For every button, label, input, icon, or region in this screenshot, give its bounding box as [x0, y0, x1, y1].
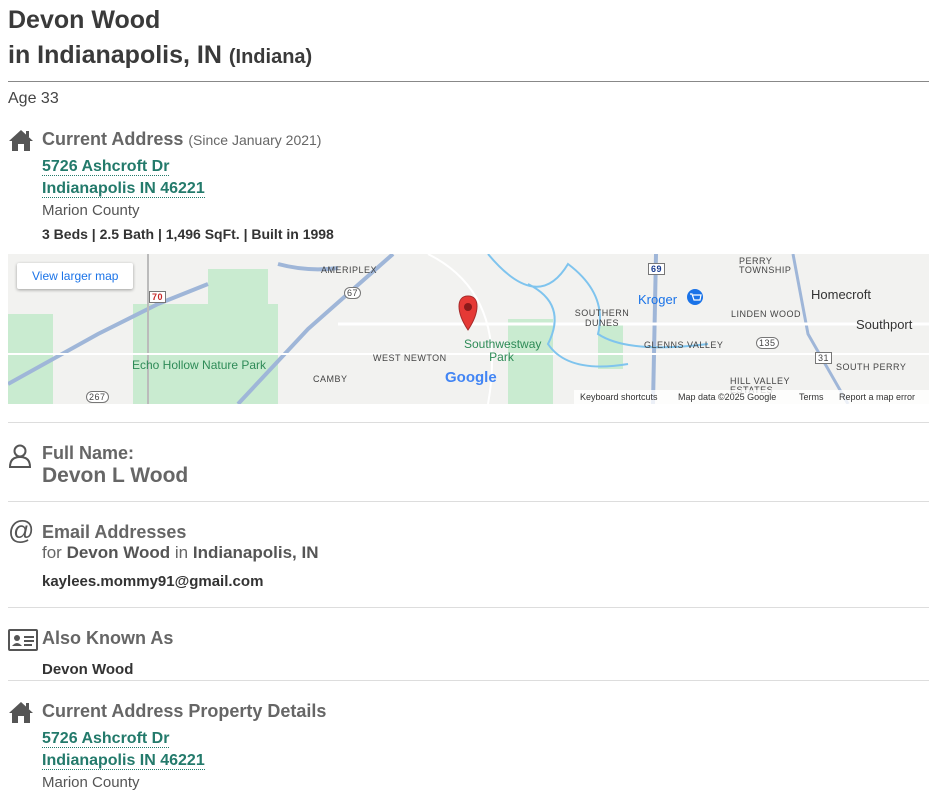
details-sections: Full Name: Devon L Wood @ Email Addresse…	[8, 422, 929, 794]
shield-67-icon: 67	[344, 287, 362, 299]
section-divider	[8, 680, 929, 681]
google-logo: Google	[445, 369, 497, 386]
at-sign-icon: @	[8, 515, 35, 545]
state-name: (Indiana)	[228, 46, 313, 68]
title-divider	[8, 81, 929, 82]
map-label-linden-wood: LINDEN WOOD	[731, 309, 802, 319]
page-title: Devon Wood in Indianapolis, IN (Indiana)	[8, 3, 929, 75]
since-date: (Since January 2021)	[188, 132, 322, 148]
aka-title: Also Known As	[42, 628, 174, 648]
property-street-link[interactable]: 5726 Ashcroft Dr	[42, 730, 170, 748]
email-for-line: for Devon Wood in Indianapolis, IN	[42, 543, 319, 562]
map-label-south-perry: SOUTH PERRY	[836, 362, 907, 372]
map-label-kroger[interactable]: Kroger	[638, 292, 677, 307]
shield-i70-icon: 70	[149, 291, 167, 303]
section-divider	[8, 422, 929, 423]
map-label-southport: Southport	[856, 317, 913, 332]
shield-i69-icon: 69	[648, 263, 666, 275]
aka-value: Devon Wood	[42, 661, 134, 678]
property-details-section: Current Address Property Details 5726 As…	[8, 701, 929, 794]
current-address-title: Current Address (Since January 2021)	[42, 129, 322, 149]
property-city-link[interactable]: Indianapolis IN 46221	[42, 752, 205, 770]
map-label-southern-dunes: SOUTHERN DUNES	[574, 308, 630, 328]
id-card-icon	[8, 629, 38, 651]
person-name: Devon Wood	[8, 6, 161, 34]
keyboard-shortcuts-link[interactable]: Keyboard shortcuts	[580, 392, 658, 402]
aka-section: Also Known As Devon Wood	[8, 628, 929, 680]
property-details-title: Current Address Property Details	[42, 701, 327, 721]
property-facts: 3 Beds | 2.5 Bath | 1,496 SqFt. | Built …	[42, 226, 334, 242]
email-section: @ Email Addresses for Devon Wood in Indi…	[8, 516, 929, 597]
home-icon	[9, 130, 33, 151]
property-county: Marion County	[42, 774, 140, 791]
shield-267-icon: 267	[86, 391, 109, 403]
person-location: in Indianapolis, IN (Indiana)	[8, 41, 313, 69]
section-divider	[8, 501, 929, 502]
terms-link[interactable]: Terms	[799, 392, 824, 402]
current-address-section: Current Address (Since January 2021) 572…	[8, 129, 929, 242]
address-city-link[interactable]: Indianapolis IN 46221	[42, 180, 205, 198]
age-text: Age 33	[8, 90, 59, 107]
location-map[interactable]: View larger map AMERIPLEX PERRY TOWNSHIP…	[8, 254, 929, 404]
map-data-credit: Map data ©2025 Google	[678, 392, 777, 402]
section-divider	[8, 607, 929, 608]
shield-135-icon: 135	[756, 337, 779, 349]
person-icon	[8, 444, 32, 468]
main-content: Devon Wood in Indianapolis, IN (Indiana)…	[8, 0, 929, 242]
map-label-echo-hollow: Echo Hollow Nature Park	[132, 358, 267, 372]
email-title: Email Addresses	[42, 522, 187, 542]
email-address: kaylees.mommy91@gmail.com	[42, 573, 264, 590]
full-name-section: Full Name: Devon L Wood	[8, 443, 929, 501]
address-county: Marion County	[42, 202, 140, 219]
map-label-glenns-valley: GLENNS VALLEY	[644, 340, 724, 350]
report-map-error-link[interactable]: Report a map error	[839, 392, 915, 402]
map-label-ameriplex: AMERIPLEX	[321, 265, 378, 275]
map-label-camby: CAMBY	[313, 374, 348, 384]
map-label-homecroft: Homecroft	[811, 287, 871, 302]
map-label-west-newton: WEST NEWTON	[373, 353, 447, 363]
map-label-township: PERRY TOWNSHIP	[739, 256, 792, 275]
view-larger-map-button[interactable]: View larger map	[17, 263, 134, 289]
shield-31-icon: 31	[815, 352, 833, 364]
full-name-value: Devon L Wood	[42, 464, 189, 487]
address-street-link[interactable]: 5726 Ashcroft Dr	[42, 158, 170, 176]
home-icon	[9, 702, 33, 723]
full-name-title: Full Name:	[42, 443, 135, 463]
map-label-southwestway-park: Southwestway Park	[464, 337, 542, 364]
